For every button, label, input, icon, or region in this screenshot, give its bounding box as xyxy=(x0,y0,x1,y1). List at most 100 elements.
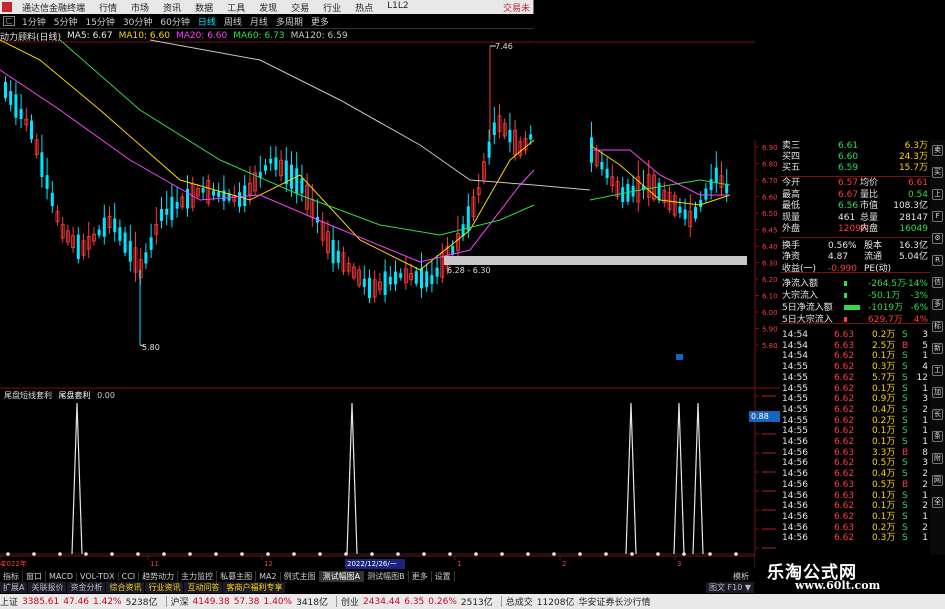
indicator-name[interactable]: 动力顾料(日线) xyxy=(0,30,61,43)
indicator-tab[interactable]: 私募主图 xyxy=(217,570,257,582)
indicator-tab[interactable]: 窗口 xyxy=(23,570,46,582)
side-tool-icon[interactable]: 全 xyxy=(932,497,943,508)
ma-legend: 动力顾料(日线) MA5: 6.67 MA10: 6.60 MA20: 6.60 MA… xyxy=(0,30,534,42)
index-status-item[interactable]: 上证 xyxy=(0,595,18,608)
stat-row: 最高 6.67 量比 0.54 xyxy=(780,189,930,201)
side-tool-icon[interactable]: 标 xyxy=(932,321,943,332)
side-tool-icon[interactable]: ⚙ xyxy=(932,233,943,244)
f10-button[interactable]: 图文 F10 ▼ xyxy=(705,582,754,593)
side-tool-icon[interactable]: 买 xyxy=(932,167,943,178)
candle-body-down xyxy=(414,271,418,284)
info-tab[interactable]: 扩展A xyxy=(0,582,28,593)
side-tool-icon[interactable]: 多 xyxy=(932,299,943,310)
stat-value: 0.54 xyxy=(907,189,928,200)
period-button[interactable]: 30分钟 xyxy=(119,15,156,28)
trade-button[interactable]: 交易未 xyxy=(503,1,534,14)
indicator-tab[interactable]: MA2 xyxy=(256,571,281,581)
menu-item[interactable]: 资讯 xyxy=(156,1,188,14)
side-tool-icon[interactable]: 新 xyxy=(932,343,943,354)
menu-item[interactable]: 行业 xyxy=(316,1,348,14)
indicator-title[interactable]: 尾盘短线套利 xyxy=(4,391,52,400)
info-tab[interactable]: 互动问答 xyxy=(184,582,223,593)
date-tick-label: 4 xyxy=(0,560,5,568)
stat-label: 量比 xyxy=(860,189,879,200)
stat-value: 6.57 xyxy=(838,178,859,188)
flow-pct: -6% xyxy=(910,303,928,313)
analysis-button[interactable]: 模析 xyxy=(733,571,755,582)
info-tab[interactable]: 行业资讯 xyxy=(145,582,184,593)
candle-body-down xyxy=(238,192,241,207)
side-tool-icon[interactable]: 长 xyxy=(932,409,943,420)
side-tool-icon[interactable]: 上 xyxy=(932,189,943,200)
side-tool-icon[interactable]: 加 xyxy=(932,387,943,398)
candle-body-down xyxy=(331,239,335,264)
stat-value: 16049 xyxy=(899,224,928,234)
flow-bar xyxy=(844,317,847,322)
indicator-tab[interactable]: MACD xyxy=(46,571,77,581)
ma10-line-right xyxy=(589,144,731,206)
indicator-dot xyxy=(500,552,504,556)
index-status-item[interactable]: 沪深 xyxy=(171,595,189,608)
side-tool-icon[interactable]: 信 xyxy=(932,277,943,288)
period-button[interactable]: 月线 xyxy=(246,15,272,28)
candle-body-down xyxy=(227,193,231,201)
period-button[interactable]: 日线 xyxy=(194,15,220,28)
period-button[interactable]: 5分钟 xyxy=(50,15,82,28)
period-button[interactable]: 15分钟 xyxy=(81,15,118,28)
indicator-tab[interactable]: CCI xyxy=(119,571,140,581)
index-status-item[interactable]: 创业 xyxy=(341,595,359,608)
indicator-tab[interactable]: 设置 xyxy=(432,570,455,582)
period-button[interactable]: 60分钟 xyxy=(156,15,193,28)
index-status-item: 5238亿 xyxy=(125,598,158,608)
candle-body-up xyxy=(154,223,159,235)
menu-item[interactable]: 交易 xyxy=(284,1,316,14)
menu-item[interactable]: 工具 xyxy=(220,1,252,14)
candle-body-down xyxy=(362,278,366,287)
side-tool-icon[interactable]: 卖 xyxy=(932,145,943,156)
menu-item[interactable]: 行情 xyxy=(92,1,124,14)
menu-item[interactable]: 热点 xyxy=(348,1,380,14)
side-tool-icon[interactable]: R xyxy=(932,255,943,266)
price-tick-label: 6.00 xyxy=(762,309,778,317)
indicator-tab[interactable]: 测试幅图B xyxy=(364,570,409,582)
candle-body-down xyxy=(466,206,470,231)
info-tab[interactable]: 综合资讯 xyxy=(106,582,145,593)
info-tab[interactable]: 资金分析 xyxy=(67,582,106,593)
side-tool-icon[interactable]: F xyxy=(932,211,943,222)
menu-item[interactable]: 发现 xyxy=(252,1,284,14)
low-price-label: 5.80 xyxy=(142,343,160,352)
right-icon-strip: 卖买上 F ⚙ R 信多标新工加长条附网全 xyxy=(930,140,945,560)
indicator-tab[interactable]: 指标 xyxy=(0,570,23,582)
period-button[interactable]: 1分钟 xyxy=(18,15,50,28)
indicator-tab[interactable]: 更多 xyxy=(409,570,432,582)
menu-item[interactable]: L1L2 xyxy=(380,1,415,14)
period-button[interactable]: 周线 xyxy=(220,15,246,28)
flow-row: 大宗流入 -50.1万 -3% xyxy=(780,290,930,302)
indicator-tab[interactable]: 例式主图 xyxy=(281,570,320,582)
indicator-tab[interactable]: VOL-TDX xyxy=(77,571,119,581)
indicator-tab[interactable]: 主力监控 xyxy=(178,570,218,582)
indicator-dot xyxy=(318,552,322,556)
candle-body-down xyxy=(461,224,465,237)
indicator-tab[interactable]: 测试幅图A xyxy=(319,570,365,582)
candle-body-down xyxy=(201,188,205,193)
candle-body-down xyxy=(243,185,247,207)
info-tab[interactable]: 客商户福利专享 xyxy=(223,582,286,593)
period-button[interactable]: 更多 xyxy=(307,15,333,28)
candle-body-up xyxy=(341,252,346,272)
period-button[interactable]: 多周期 xyxy=(272,15,307,28)
index-status-item: 4149.38 xyxy=(192,596,230,607)
stat-label: 今开 xyxy=(782,178,801,188)
candle-body-down xyxy=(149,237,153,250)
stat-value: 108.3亿 xyxy=(893,201,928,211)
side-tool-icon[interactable]: 条 xyxy=(932,431,943,442)
candle-body-up xyxy=(66,230,70,243)
side-tool-icon[interactable]: 工 xyxy=(932,365,943,376)
side-tool-icon[interactable]: 网 xyxy=(932,475,943,486)
side-tool-icon[interactable]: 附 xyxy=(932,453,943,464)
info-tab[interactable]: 关联报价 xyxy=(28,582,67,593)
menu-item[interactable]: 数据 xyxy=(188,1,220,14)
indicator-tab[interactable]: 趋势动力 xyxy=(139,570,179,582)
chart-type-icon[interactable]: ㄈ xyxy=(3,16,15,26)
menu-item[interactable]: 市场 xyxy=(124,1,156,14)
